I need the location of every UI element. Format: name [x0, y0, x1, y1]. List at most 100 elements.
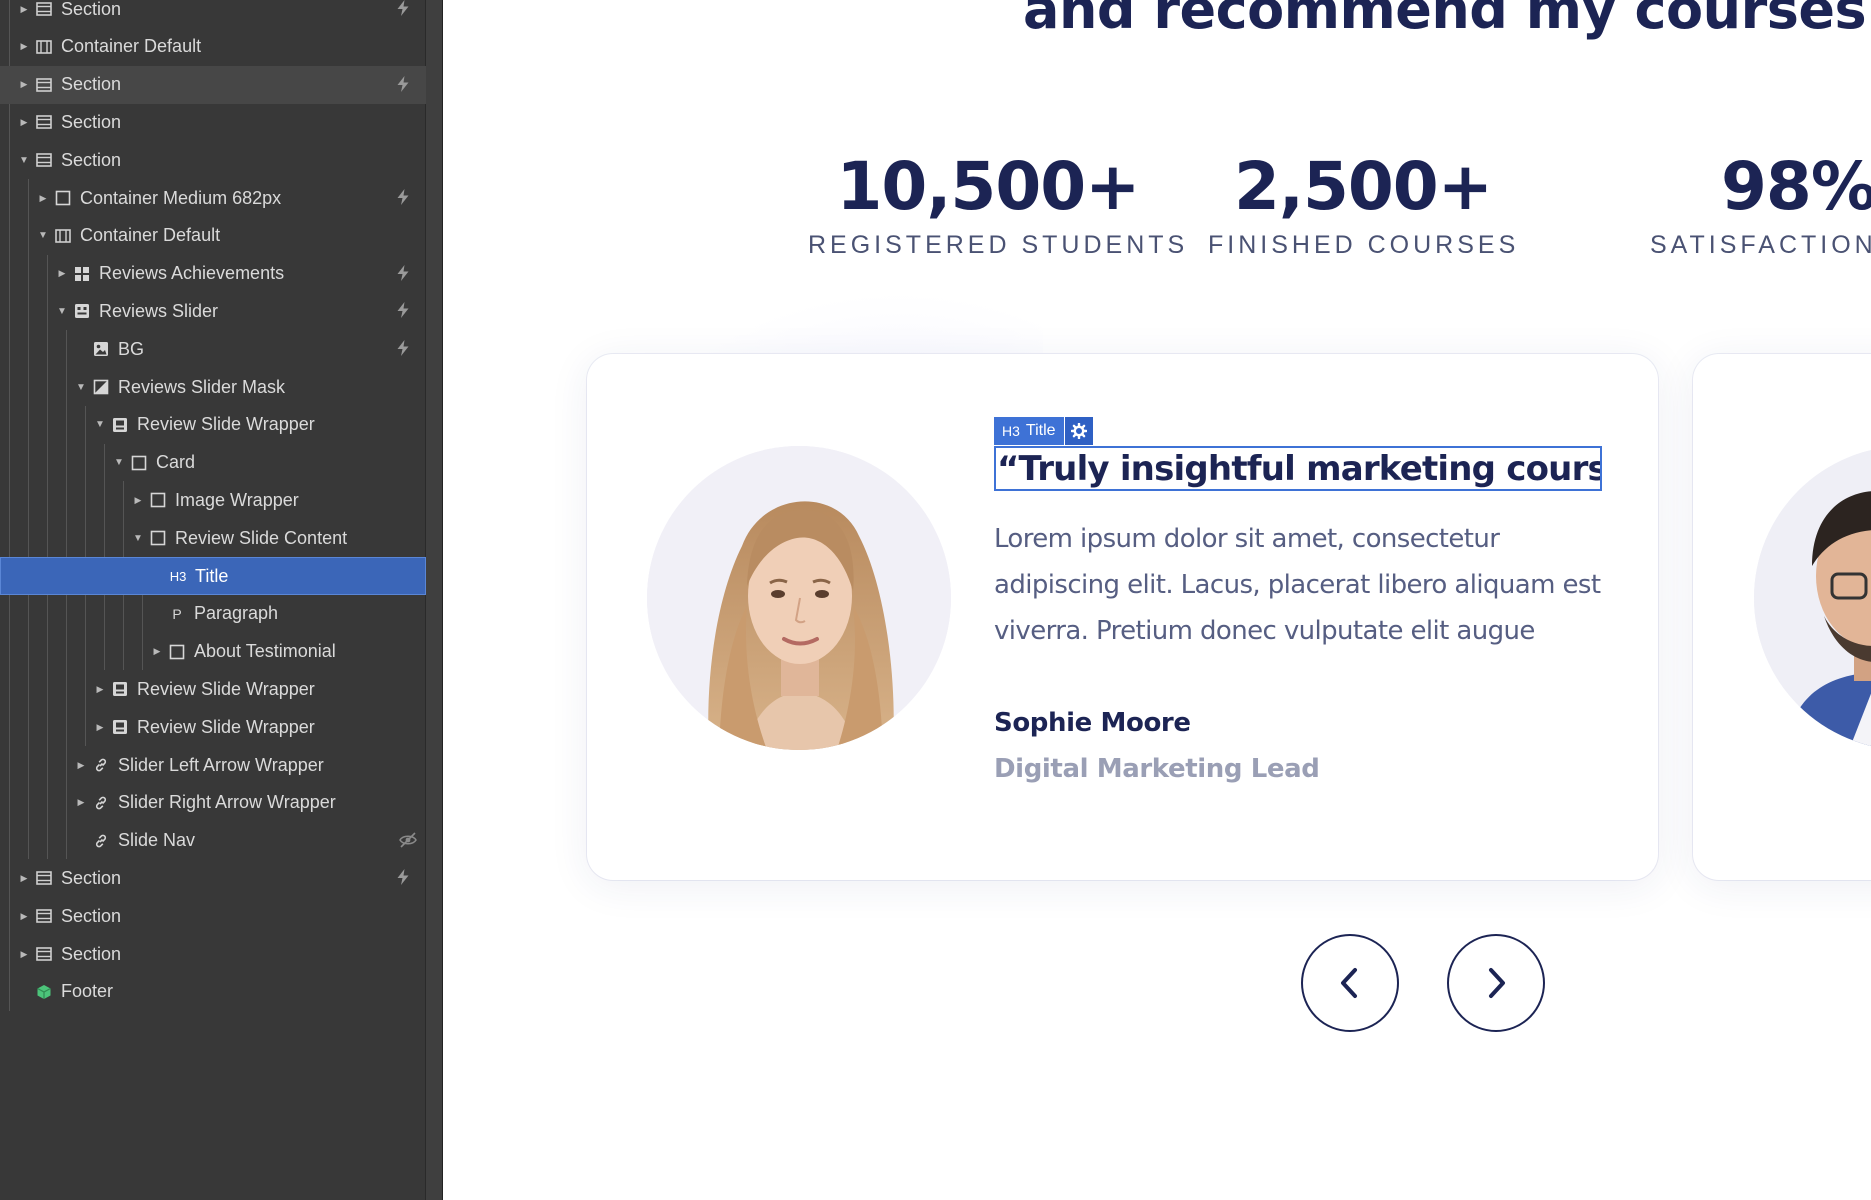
section-icon: [35, 907, 53, 925]
navigator-item[interactable]: ▶ Section: [0, 935, 426, 973]
navigator-item[interactable]: ▼ Section: [0, 141, 426, 179]
slider-left-arrow-button[interactable]: [1301, 934, 1399, 1032]
navigator-item[interactable]: Slide Nav: [0, 822, 426, 860]
caret-right-icon[interactable]: ▶: [131, 493, 145, 507]
navigator-item[interactable]: H3 Title: [0, 557, 426, 595]
navigator-item-label: Section: [61, 943, 122, 964]
reviewer-name[interactable]: Sophie Moore: [994, 708, 1191, 738]
caret-right-icon[interactable]: ▶: [17, 909, 31, 923]
caret-right-icon[interactable]: ▶: [74, 796, 88, 810]
caret-right-icon[interactable]: ▶: [74, 758, 88, 772]
link-icon: [92, 832, 110, 850]
gear-icon[interactable]: [1064, 417, 1093, 445]
interaction-bolt-icon[interactable]: [394, 75, 412, 93]
navigator-item[interactable]: ▶ Section: [0, 65, 426, 104]
navigator-item-label: Reviews Achievements: [99, 263, 285, 284]
element-selection-badge[interactable]: H3 Title: [994, 417, 1093, 445]
stat-label: FINISHED COURSES: [1208, 231, 1520, 259]
stat-satisfaction[interactable]: 98% SATISFACTION RATE: [1650, 148, 1871, 260]
navigator-item[interactable]: P Paragraph: [0, 595, 426, 633]
caret-down-icon[interactable]: ▼: [36, 229, 50, 243]
interaction-bolt-icon[interactable]: [394, 301, 412, 319]
caret-right-icon[interactable]: ▶: [17, 947, 31, 961]
section-icon: [35, 869, 53, 887]
caret-right-icon[interactable]: ▶: [150, 645, 164, 659]
box-icon: [54, 189, 72, 207]
navigator-item[interactable]: ▶ Reviews Achievements: [0, 255, 426, 293]
caret-down-icon[interactable]: ▼: [55, 304, 69, 318]
paragraph-icon: P: [172, 605, 182, 622]
navigator-item[interactable]: ▶ Section: [0, 859, 426, 897]
navigator-item[interactable]: ▶ Section: [0, 897, 426, 935]
caret-right-icon[interactable]: ▶: [17, 871, 31, 885]
caret-right-icon[interactable]: ▶: [55, 267, 69, 281]
navigator-item[interactable]: ▼ Review Slide Content: [0, 519, 426, 557]
navigator-item[interactable]: ▶ Review Slide Wrapper: [0, 708, 426, 746]
navigator-item-label: Container Default: [80, 225, 221, 246]
review-paragraph[interactable]: Lorem ipsum dolor sit amet, consectetur …: [994, 516, 1614, 654]
caret-down-icon[interactable]: ▼: [74, 380, 88, 394]
navigator-item[interactable]: ▶ Section: [0, 0, 426, 28]
navigator-item-label: Image Wrapper: [175, 489, 299, 510]
navigator-item[interactable]: Footer: [0, 973, 426, 1011]
slide-icon: [111, 416, 129, 434]
stat-value: 10,500+: [836, 148, 1141, 225]
stat-finished-courses[interactable]: 2,500+ FINISHED COURSES: [1208, 148, 1518, 260]
navigator-item[interactable]: ▶ Review Slide Wrapper: [0, 670, 426, 708]
caret-down-icon[interactable]: ▼: [112, 456, 126, 470]
interaction-bolt-icon[interactable]: [394, 868, 412, 886]
navigator-item-label: Section: [61, 905, 122, 926]
box-icon: [130, 454, 148, 472]
navigator-item[interactable]: ▼ Reviews Slider: [0, 292, 426, 330]
navigator-item-label: Slide Nav: [118, 830, 196, 851]
stat-label: SATISFACTION RATE: [1650, 231, 1871, 259]
navigator-item-label: BG: [118, 338, 145, 359]
navigator-item[interactable]: ▶ Container Medium 682px: [0, 179, 426, 217]
navigator-item[interactable]: ▼ Card: [0, 444, 426, 482]
navigator-item[interactable]: ▶ Slider Left Arrow Wrapper: [0, 746, 426, 784]
caret-down-icon[interactable]: ▼: [93, 418, 107, 432]
section-icon: [35, 151, 53, 169]
navigator-item[interactable]: BG: [0, 330, 426, 368]
navigator-item[interactable]: ▶ Container Default: [0, 28, 426, 66]
navigator-scrollbar[interactable]: [425, 0, 442, 1200]
navigator-item[interactable]: ▼ Review Slide Wrapper: [0, 406, 426, 444]
review-title[interactable]: “Truly insightful marketing courses”: [994, 446, 1602, 491]
designer-canvas: and recommend my courses 10,500+ REGISTE…: [443, 0, 1871, 1200]
stat-value: 2,500+: [1233, 148, 1493, 225]
interaction-bolt-icon[interactable]: [394, 0, 412, 17]
h3-tag-level: H3: [1002, 423, 1020, 439]
navigator-item[interactable]: ▶ Image Wrapper: [0, 481, 426, 519]
eye-hidden-icon[interactable]: [398, 831, 417, 849]
interaction-bolt-icon[interactable]: [394, 188, 412, 206]
navigator-item-label: Review Slide Wrapper: [137, 678, 315, 699]
caret-right-icon[interactable]: ▶: [17, 2, 31, 16]
slider-right-arrow-button[interactable]: [1447, 934, 1545, 1032]
caret-right-icon[interactable]: ▶: [93, 720, 107, 734]
interaction-bolt-icon[interactable]: [394, 339, 412, 357]
review-paragraph-line: viverra. Pretium donec vulputate elit au…: [994, 616, 1535, 646]
interaction-bolt-icon[interactable]: [394, 264, 412, 282]
caret-right-icon[interactable]: ▶: [17, 40, 31, 54]
caret-right-icon[interactable]: ▶: [17, 78, 31, 92]
section-icon: [35, 76, 53, 94]
caret-right-icon[interactable]: ▶: [93, 682, 107, 696]
navigator-item-label: Reviews Slider: [99, 300, 219, 321]
caret-right-icon[interactable]: ▶: [17, 115, 31, 129]
navigator-item-label: Section: [61, 74, 122, 95]
reviewer-role[interactable]: Digital Marketing Lead: [994, 754, 1320, 784]
navigator-item[interactable]: ▶ Section: [0, 103, 426, 141]
caret-right-icon[interactable]: ▶: [36, 191, 50, 205]
navigator-item[interactable]: ▼ Container Default: [0, 217, 426, 255]
navigator-item[interactable]: ▶ About Testimonial: [0, 633, 426, 671]
stat-label: REGISTERED STUDENTS: [808, 231, 1189, 259]
navigator-item[interactable]: ▶ Slider Right Arrow Wrapper: [0, 784, 426, 822]
navigator-item-label: Reviews Slider Mask: [118, 376, 286, 397]
navigator-item[interactable]: ▼ Reviews Slider Mask: [0, 368, 426, 406]
container-icon: [35, 38, 53, 56]
caret-down-icon[interactable]: ▼: [17, 153, 31, 167]
stat-registered-students[interactable]: 10,500+ REGISTERED STUDENTS: [808, 148, 1189, 260]
reviewer-photo-image: [647, 446, 951, 750]
caret-down-icon[interactable]: ▼: [131, 531, 145, 545]
section-heading[interactable]: and recommend my courses: [1023, 0, 1867, 41]
